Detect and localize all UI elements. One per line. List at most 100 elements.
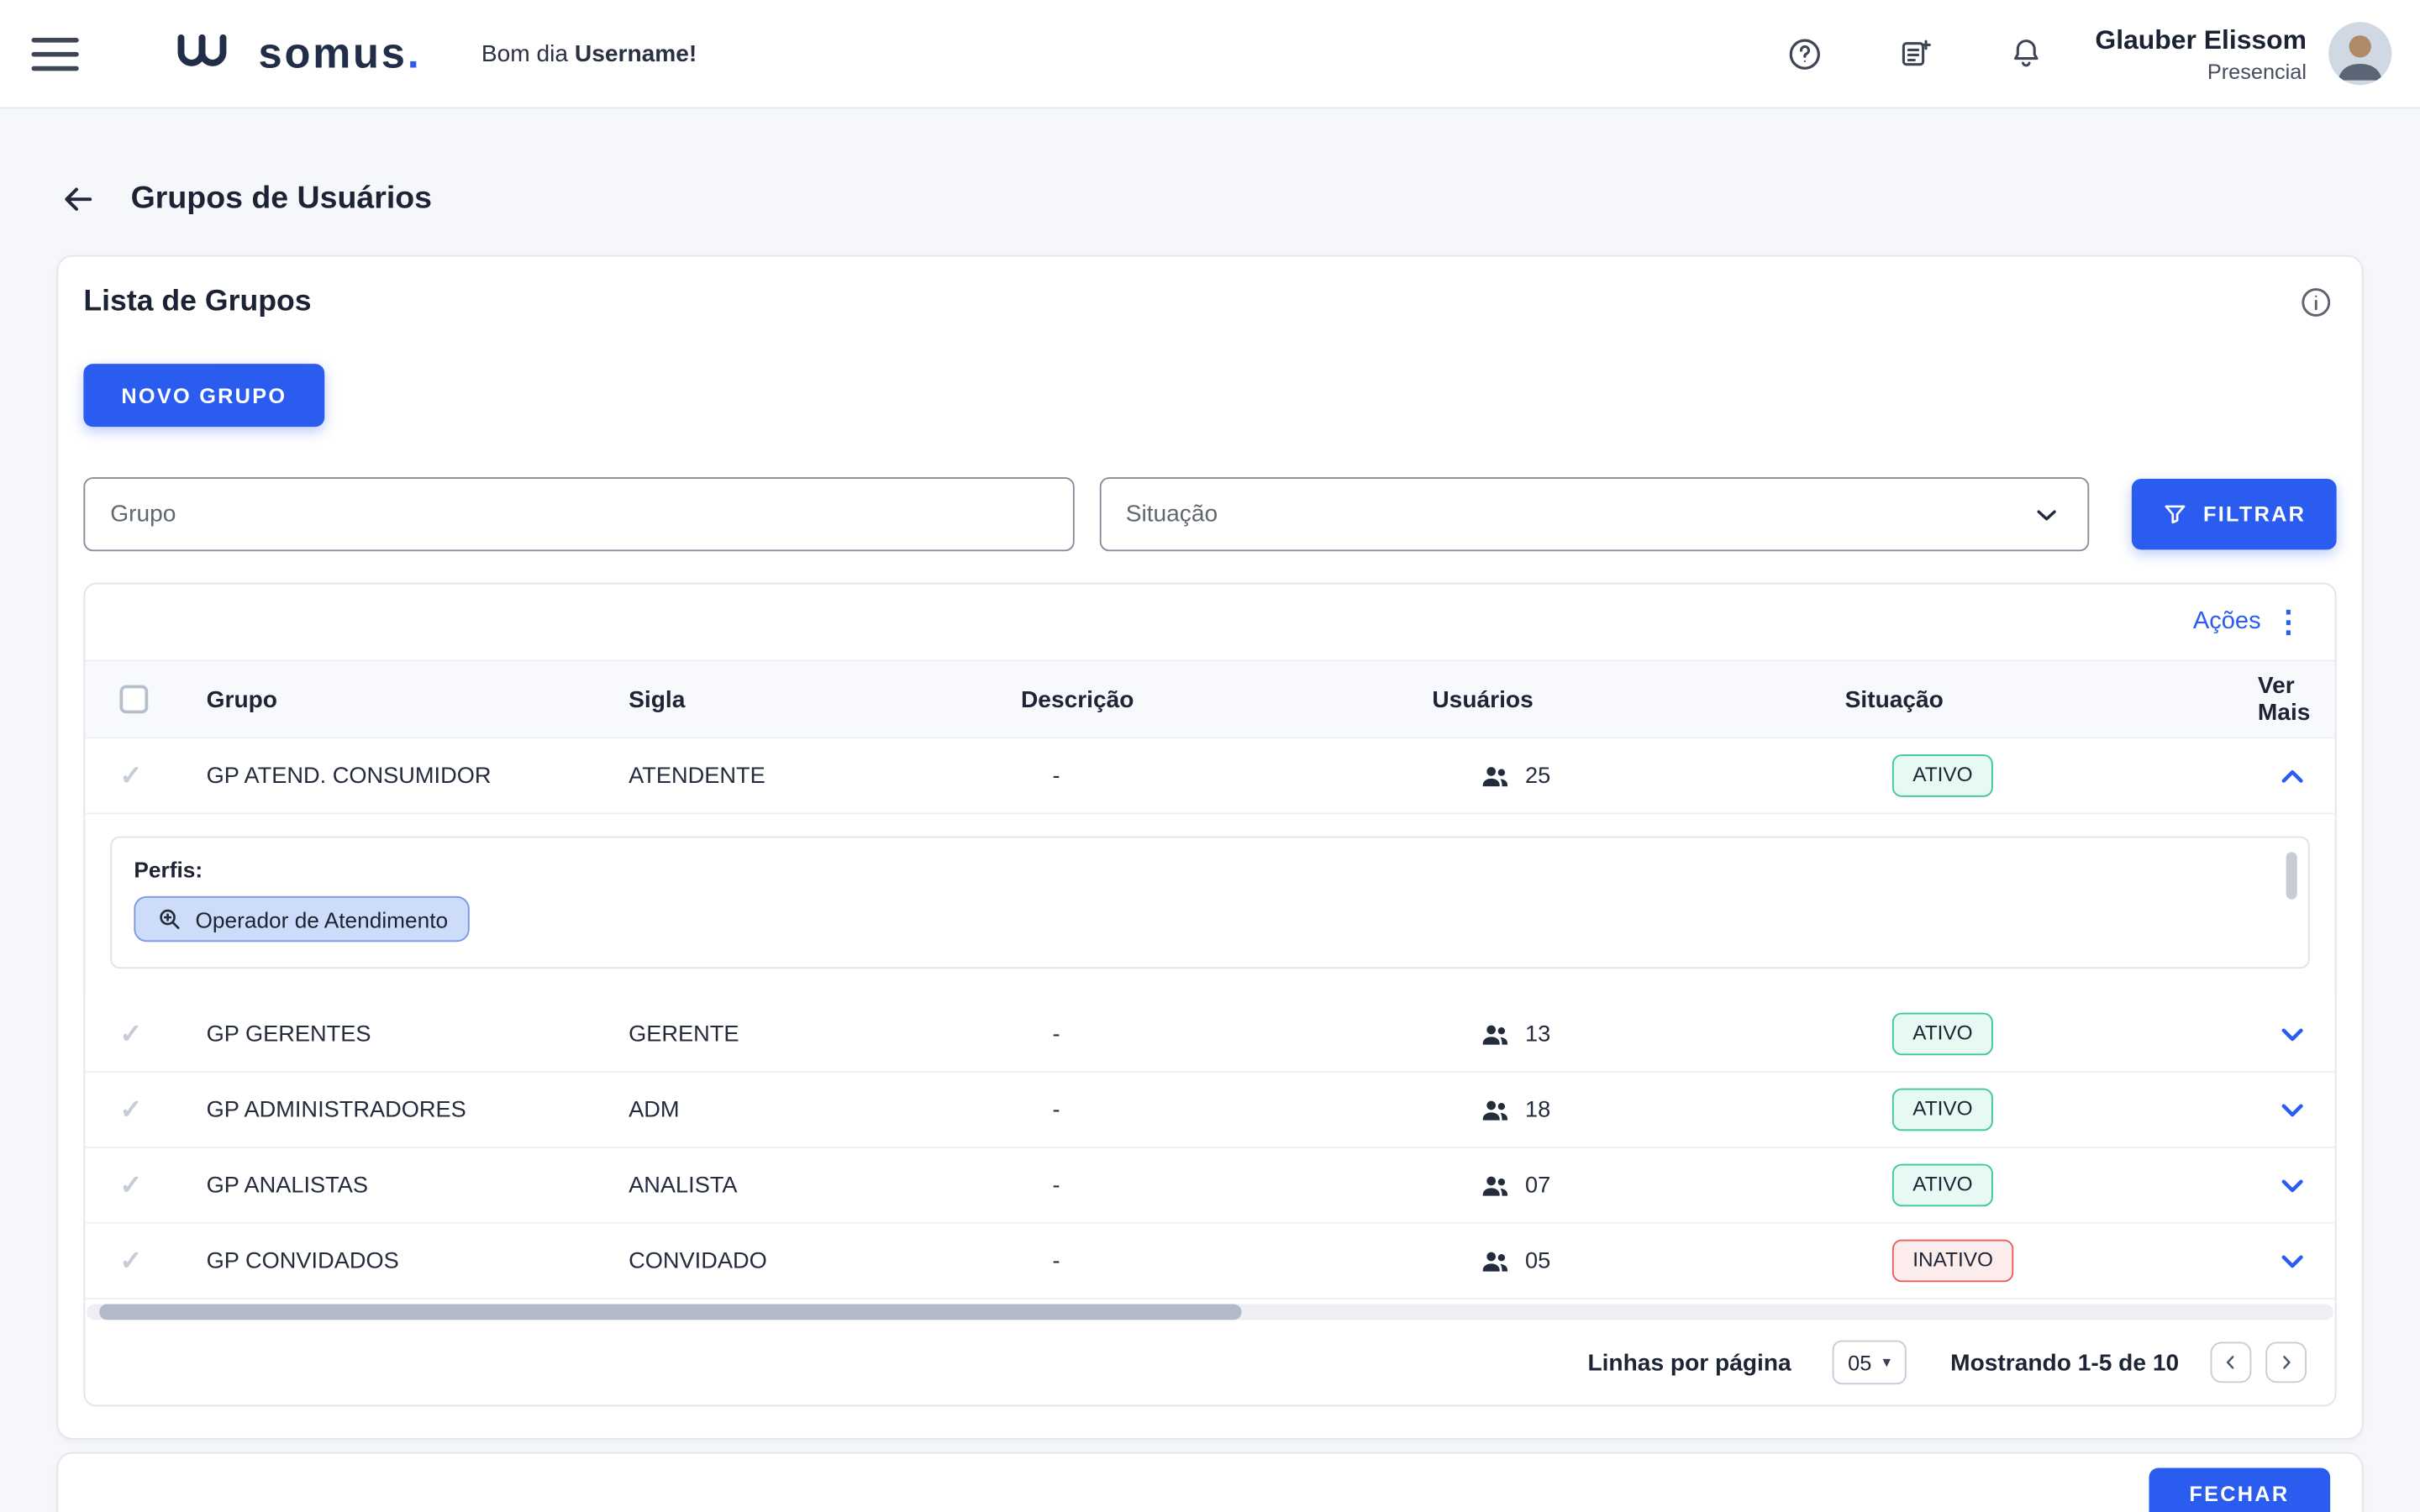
cell-usuarios: 07 xyxy=(1432,1169,1844,1201)
cell-usuarios: 25 xyxy=(1432,760,1844,792)
horizontal-scrollbar[interactable] xyxy=(87,1305,2333,1320)
cell-sigla: ATENDENTE xyxy=(629,763,1021,788)
users-icon xyxy=(1480,760,1512,792)
check-icon: ✓ xyxy=(120,1094,143,1126)
kebab-icon: ⋮ xyxy=(2274,607,2304,638)
users-count: 13 xyxy=(1525,1021,1550,1047)
note-add-icon[interactable] xyxy=(1884,22,1947,85)
cell-sigla: CONVIDADO xyxy=(629,1248,1021,1273)
rows-per-page-select[interactable]: 05 ▾ xyxy=(1832,1341,1906,1385)
table-body: ✓GP ATEND. CONSUMIDORATENDENTE-25ATIVOPe… xyxy=(85,738,2335,1299)
back-arrow-icon[interactable] xyxy=(60,181,96,218)
table-row: ✓ GP ANALISTASANALISTA-07 ATIVO xyxy=(85,1148,2335,1224)
cell-situacao: ATIVO xyxy=(1845,1012,2258,1055)
close-button[interactable]: FECHAR xyxy=(2149,1468,2330,1512)
vertical-scrollbar[interactable] xyxy=(2286,852,2297,899)
cell-descricao: - xyxy=(1021,1021,1432,1047)
row-expansion-panel: Perfis: Operador de Atendimento xyxy=(110,837,2310,969)
cell-usuarios: 13 xyxy=(1432,1018,1844,1050)
collapse-row-button[interactable] xyxy=(2269,752,2316,799)
cell-grupo: GP ATEND. CONSUMIDOR xyxy=(207,763,629,788)
card-title: Lista de Grupos xyxy=(83,285,311,319)
check-icon: ✓ xyxy=(120,1245,143,1277)
user-info[interactable]: Glauber Elissom Presencial xyxy=(2095,24,2307,83)
column-header: Descrição xyxy=(1021,686,1432,713)
app-logo: somus. xyxy=(176,32,422,75)
new-group-button[interactable]: NOVO GRUPO xyxy=(83,364,324,427)
users-icon xyxy=(1480,1018,1512,1050)
table-row: ✓ GP ATEND. CONSUMIDORATENDENTE- 25 ATIVO xyxy=(85,738,2335,814)
column-header: Ver Mais xyxy=(2258,673,2336,727)
notifications-icon[interactable] xyxy=(1994,22,2057,85)
chevron-down-icon xyxy=(2031,498,2063,530)
user-name: Glauber Elissom xyxy=(2095,24,2307,59)
perfil-chip[interactable]: Operador de Atendimento xyxy=(134,896,470,942)
cell-grupo: GP CONVIDADOS xyxy=(207,1248,629,1273)
users-icon xyxy=(1480,1169,1512,1201)
column-header: Situação xyxy=(1845,686,2258,713)
search-plus-icon xyxy=(156,906,183,932)
users-icon xyxy=(1480,1245,1512,1277)
status-badge: ATIVO xyxy=(1892,754,1993,797)
expand-row-button[interactable] xyxy=(2269,1086,2316,1133)
expand-row-button[interactable] xyxy=(2269,1162,2316,1209)
table-row: ✓ GP CONVIDADOSCONVIDADO- 05 INATIVO xyxy=(85,1224,2335,1299)
filter-button[interactable]: FILTRAR xyxy=(2132,479,2337,549)
expand-row-button[interactable] xyxy=(2269,1011,2316,1058)
help-icon[interactable] xyxy=(1774,22,1837,85)
cell-situacao: INATIVO xyxy=(1845,1239,2258,1282)
scrollbar-thumb[interactable] xyxy=(99,1305,1241,1320)
page-content: Grupos de Usuários Lista de Grupos NOVO … xyxy=(0,181,2420,1512)
page-title: Grupos de Usuários xyxy=(131,181,432,218)
pagination-range: Mostrando 1-5 de 10 xyxy=(1950,1349,2179,1376)
column-header: Usuários xyxy=(1432,686,1844,713)
check-icon: ✓ xyxy=(120,1018,143,1050)
select-all-checkbox[interactable] xyxy=(120,685,149,714)
users-icon xyxy=(1480,1094,1512,1126)
check-icon: ✓ xyxy=(120,1169,143,1201)
filter-row: Situação FILTRAR xyxy=(83,477,2336,551)
logo-text: somus. xyxy=(259,32,422,75)
prev-page-button[interactable] xyxy=(2211,1342,2252,1383)
cell-grupo: GP ANALISTAS xyxy=(207,1173,629,1198)
users-count: 18 xyxy=(1525,1097,1550,1122)
cell-descricao: - xyxy=(1021,763,1432,788)
cell-grupo: GP GERENTES xyxy=(207,1021,629,1047)
greeting: Bom dia Username! xyxy=(481,40,697,67)
expand-row-button[interactable] xyxy=(2269,1237,2316,1284)
group-filter-input[interactable] xyxy=(83,477,1073,551)
perfis-chips: Operador de Atendimento xyxy=(134,896,2286,942)
cell-usuarios: 05 xyxy=(1432,1245,1844,1277)
groups-card: Lista de Grupos NOVO GRUPO Situação xyxy=(57,255,2364,1440)
status-badge: ATIVO xyxy=(1892,1163,1993,1206)
cell-descricao: - xyxy=(1021,1248,1432,1273)
column-header: Grupo xyxy=(207,686,629,713)
perfis-label: Perfis: xyxy=(134,857,2286,882)
topbar: somus. Bom dia Username! xyxy=(0,0,2420,108)
avatar[interactable] xyxy=(2328,22,2391,85)
column-header: Sigla xyxy=(629,686,1021,713)
caret-down-icon: ▾ xyxy=(1882,1354,1890,1372)
status-badge: ATIVO xyxy=(1892,1088,1993,1131)
table-header: GrupoSiglaDescriçãoUsuáriosSituaçãoVer M… xyxy=(85,660,2335,739)
table-row: ✓GP GERENTESGERENTE-13ATIVO xyxy=(85,997,2335,1073)
actions-button[interactable]: Ações ⋮ xyxy=(2184,606,2313,638)
table-row: ✓GP ADMINISTRADORESADM-18ATIVO xyxy=(85,1073,2335,1148)
page-head: Grupos de Usuários xyxy=(60,181,2360,218)
next-page-button[interactable] xyxy=(2265,1342,2307,1383)
cell-descricao: - xyxy=(1021,1173,1432,1198)
footer-bar: FECHAR xyxy=(57,1452,2364,1512)
groups-table: Ações ⋮ GrupoSiglaDescriçãoUsuáriosSitua… xyxy=(83,583,2336,1407)
user-status: Presencial xyxy=(2095,59,2307,82)
cell-grupo: GP ADMINISTRADORES xyxy=(207,1097,629,1122)
situation-select[interactable]: Situação xyxy=(1099,477,2089,551)
users-count: 25 xyxy=(1525,763,1550,788)
users-count: 05 xyxy=(1525,1248,1550,1273)
info-icon[interactable] xyxy=(2296,282,2337,323)
logo-icon xyxy=(176,33,243,74)
menu-icon[interactable] xyxy=(32,37,79,70)
status-badge: INATIVO xyxy=(1892,1239,2013,1282)
check-icon: ✓ xyxy=(120,760,143,792)
status-badge: ATIVO xyxy=(1892,1012,1993,1055)
cell-sigla: ANALISTA xyxy=(629,1173,1021,1198)
